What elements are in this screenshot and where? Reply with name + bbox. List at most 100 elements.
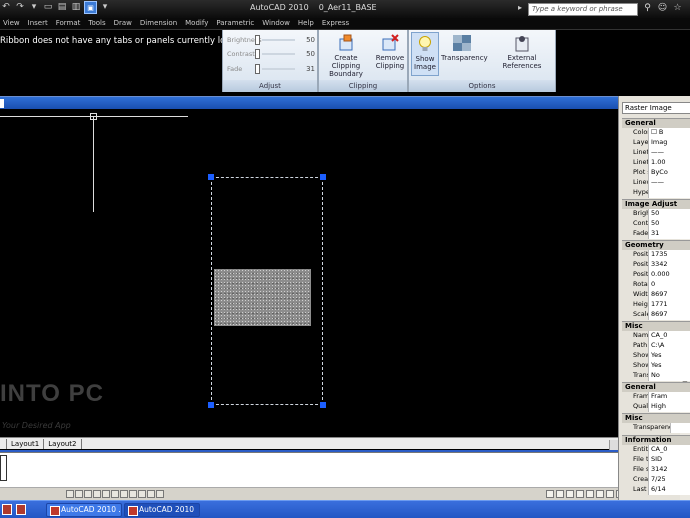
prop-value[interactable]: Imag xyxy=(648,138,690,148)
menu-parametric[interactable]: Parametric xyxy=(216,18,254,29)
open-icon[interactable]: ▤ xyxy=(56,1,68,14)
fade-track[interactable] xyxy=(262,68,295,70)
grid-toggle-icon[interactable] xyxy=(75,490,83,498)
section-general-2[interactable]: General xyxy=(622,382,690,392)
prop-value[interactable]: Yes xyxy=(648,351,690,361)
prop-row[interactable]: Rotation0 xyxy=(622,280,690,290)
prop-value[interactable]: High xyxy=(648,402,690,412)
prop-row[interactable]: Entity nameCA_0 xyxy=(622,445,690,455)
plot-icon[interactable]: ▥ xyxy=(70,1,82,14)
taskbar-button-autocad-1[interactable]: AutoCAD 2010 ... xyxy=(46,503,122,517)
star-icon[interactable]: ☆ xyxy=(672,2,683,15)
menu-tools[interactable]: Tools xyxy=(88,18,105,29)
annotation-icon[interactable] xyxy=(596,490,604,498)
contrast-slider[interactable] xyxy=(255,49,260,59)
search-input[interactable]: Type a keyword or phrase xyxy=(528,3,638,16)
prop-value[interactable]: 3142 xyxy=(648,465,690,475)
fade-value[interactable]: 31 xyxy=(295,65,315,73)
prop-value[interactable]: Fram xyxy=(648,392,690,402)
prop-value[interactable]: 0.000 xyxy=(648,270,690,280)
quicklaunch-app-icon-1[interactable] xyxy=(2,504,12,515)
transparency-button[interactable]: Transparency xyxy=(441,34,488,62)
prop-row[interactable]: File typeSID xyxy=(622,455,690,465)
prop-row[interactable]: Linetype—— xyxy=(622,148,690,158)
qp-toggle-icon[interactable] xyxy=(147,490,155,498)
prop-value[interactable]: Yes xyxy=(648,361,690,371)
prop-value[interactable]: CA_0 xyxy=(648,445,690,455)
prop-row[interactable]: Path C:\A xyxy=(622,341,690,351)
prop-row[interactable]: Width8697 xyxy=(622,290,690,300)
grip-bottom-right[interactable] xyxy=(320,402,326,408)
brightness-slider[interactable] xyxy=(255,35,260,45)
menu-format[interactable]: Format xyxy=(56,18,81,29)
prop-row[interactable]: Fade 31 xyxy=(622,229,690,239)
model-icon[interactable] xyxy=(546,490,554,498)
prop-value[interactable]: ByCo xyxy=(648,168,690,178)
prop-value[interactable]: 1.00 xyxy=(648,158,690,168)
section-general[interactable]: General xyxy=(622,118,690,128)
fade-slider[interactable] xyxy=(255,64,260,74)
menu-express[interactable]: Express xyxy=(322,18,349,29)
ducs-toggle-icon[interactable] xyxy=(120,490,128,498)
prop-row[interactable]: Last modified6/14 xyxy=(622,485,690,495)
prop-value[interactable]: 8697 xyxy=(648,310,690,320)
menu-help[interactable]: Help xyxy=(298,18,314,29)
prop-value[interactable]: CA_0 xyxy=(648,331,690,341)
dyn-toggle-icon[interactable] xyxy=(129,490,137,498)
prop-row[interactable]: Frame settingFram xyxy=(622,392,690,402)
prop-row[interactable]: Show clippedYes xyxy=(622,361,690,371)
grip-bottom-left[interactable] xyxy=(208,402,214,408)
menu-window[interactable]: Window xyxy=(262,18,290,29)
taskbar-button-autocad-2[interactable]: AutoCAD 2010 xyxy=(124,503,200,517)
prop-value[interactable]: 6/14 xyxy=(648,485,690,495)
prop-row[interactable]: Scale8697 xyxy=(622,310,690,320)
prop-row[interactable]: Position Z0.000 xyxy=(622,270,690,280)
section-information[interactable]: Information xyxy=(622,435,690,445)
prop-row[interactable]: Show imageYes xyxy=(622,351,690,361)
redo-icon[interactable]: ↷ xyxy=(14,1,26,14)
prop-value[interactable]: 31 xyxy=(648,229,690,239)
prop-row[interactable]: NameCA_0 xyxy=(622,331,690,341)
prop-row[interactable]: Hyperlink xyxy=(622,188,690,198)
lwt-toggle-icon[interactable] xyxy=(138,490,146,498)
contrast-track[interactable] xyxy=(262,53,295,55)
prop-value[interactable]: C:\A xyxy=(648,341,690,351)
prop-row[interactable]: File size3142 xyxy=(622,465,690,475)
prop-row[interactable]: Quality settingHigh xyxy=(622,402,690,412)
menu-modify[interactable]: Modify xyxy=(185,18,208,29)
command-handle[interactable] xyxy=(0,455,7,481)
contrast-value[interactable]: 50 xyxy=(295,50,315,58)
zoom-icon[interactable] xyxy=(576,490,584,498)
remove-clipping-button[interactable]: Remove Clipping xyxy=(373,34,407,70)
quickview-icon[interactable] xyxy=(556,490,564,498)
quicklaunch-app-icon-2[interactable] xyxy=(16,504,26,515)
prop-row[interactable]: LayerImag xyxy=(622,138,690,148)
osnap-toggle-icon[interactable] xyxy=(102,490,110,498)
dropdown-arrow-icon[interactable]: ▾ xyxy=(28,1,40,14)
search-icon[interactable]: ⚲ xyxy=(642,2,653,15)
prop-row[interactable]: Plot styleByCo xyxy=(622,168,690,178)
brightness-value[interactable]: 50 xyxy=(295,36,315,44)
menu-view[interactable]: View xyxy=(3,18,20,29)
section-image-adjust[interactable]: Image Adjust xyxy=(622,199,690,209)
new-icon[interactable]: ▭ xyxy=(42,1,54,14)
section-misc[interactable]: Misc xyxy=(622,321,690,331)
prop-value[interactable] xyxy=(670,423,690,433)
prop-row[interactable]: Position Y3342 xyxy=(622,260,690,270)
prop-row[interactable]: TransparencyNo xyxy=(622,371,690,381)
save-icon[interactable]: ▣ xyxy=(84,1,97,14)
create-clipping-button[interactable]: Create Clipping Boundary xyxy=(323,34,369,78)
menu-dimension[interactable]: Dimension xyxy=(140,18,177,29)
prop-value[interactable]: —— xyxy=(648,178,690,188)
document-tab-strip[interactable] xyxy=(0,96,618,109)
prop-value[interactable]: 50 xyxy=(648,219,690,229)
prop-value[interactable]: —— xyxy=(648,148,690,158)
tab-layout2[interactable]: Layout2 xyxy=(44,438,82,449)
people-icon[interactable]: ☺ xyxy=(657,2,668,15)
snap-toggle-icon[interactable] xyxy=(66,490,74,498)
prop-value[interactable]: 1771 xyxy=(648,300,690,310)
command-line[interactable] xyxy=(0,452,618,487)
prop-value[interactable]: 7/25 xyxy=(648,475,690,485)
prop-value[interactable]: 1735 xyxy=(648,250,690,260)
prop-row[interactable]: Position X1735 xyxy=(622,250,690,260)
